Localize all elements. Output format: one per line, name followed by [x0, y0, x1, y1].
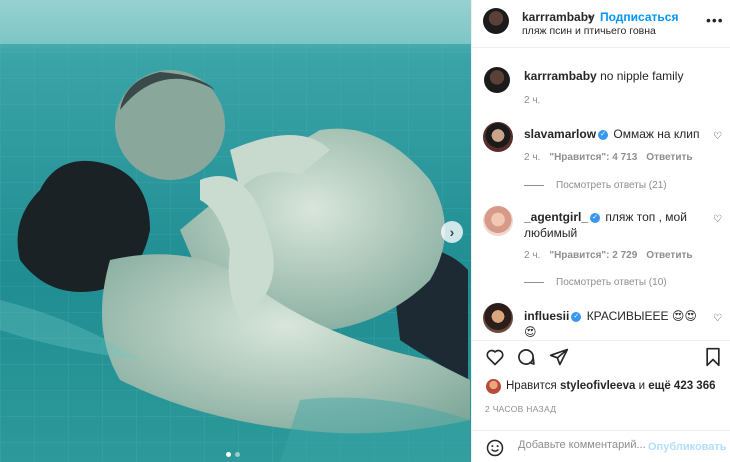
comment-icon[interactable] — [516, 347, 536, 367]
comment-avatar[interactable] — [483, 122, 513, 152]
bookmark-icon[interactable] — [704, 347, 722, 367]
comment-like-icon[interactable]: ♡ — [713, 131, 722, 142]
comment: influesii ✓ КРАСИВЫЕЕЕ 😍😍😍 — [524, 308, 704, 340]
follow-button[interactable]: Подписаться — [600, 10, 678, 24]
publish-button[interactable]: Опубликовать — [648, 441, 727, 453]
avatar[interactable] — [483, 8, 509, 34]
caption-avatar[interactable] — [484, 67, 510, 93]
likes-prefix: Нравится — [506, 380, 557, 392]
next-slide-button[interactable]: › — [441, 221, 463, 243]
verified-icon: ✓ — [590, 212, 601, 223]
likes-middle: и — [638, 380, 646, 392]
liker-username[interactable]: styleofivleeva — [560, 380, 635, 392]
comment-avatar[interactable] — [483, 303, 513, 333]
send-icon[interactable] — [549, 347, 569, 367]
heart-icon[interactable] — [485, 347, 505, 367]
post-header: karrrambaby • Подписаться пляж псин и пт… — [472, 0, 730, 48]
comment-text: Оммаж на клип — [613, 127, 700, 141]
comment-input[interactable] — [518, 439, 648, 451]
verified-icon: ✓ — [571, 311, 582, 322]
comment-avatar[interactable] — [483, 206, 513, 236]
caption-username[interactable]: karrrambaby — [524, 69, 597, 83]
header-username[interactable]: karrrambaby — [522, 10, 595, 24]
location-link[interactable]: пляж псин и птичьего говна — [522, 25, 656, 37]
caption-time: 2 ч. — [524, 95, 541, 106]
carousel-dot — [226, 452, 231, 457]
emoji-icon[interactable] — [486, 439, 504, 457]
replies-line — [524, 185, 544, 186]
comment: _agentgirl_ ✓ пляж топ , мой любимый — [524, 209, 704, 241]
comment-username[interactable]: slavamarlow — [524, 127, 596, 141]
comment-username[interactable]: influesii — [524, 309, 569, 323]
carousel-dots — [226, 452, 240, 457]
view-replies-button[interactable]: Посмотреть ответы (21) — [524, 180, 667, 191]
post-photo[interactable]: › — [0, 0, 471, 462]
comment-meta: 2 ч. "Нравится": 2 729 Ответить — [524, 250, 693, 261]
action-bar — [472, 340, 730, 374]
header-separator: • — [588, 10, 593, 24]
likes-count[interactable]: ещё 423 366 — [648, 380, 715, 392]
view-replies-button[interactable]: Посмотреть ответы (10) — [524, 277, 667, 288]
liker-avatar[interactable] — [486, 379, 501, 394]
comment-form: Опубликовать — [472, 430, 730, 462]
reply-button[interactable]: Ответить — [646, 152, 692, 163]
replies-line — [524, 282, 544, 283]
more-options-icon[interactable]: ••• — [706, 12, 724, 28]
verified-icon: ✓ — [598, 129, 609, 140]
comment-like-icon[interactable]: ♡ — [713, 313, 722, 324]
comment: slavamarlow ✓ Оммаж на клип — [524, 126, 704, 142]
caption: karrrambaby no nipple family — [524, 69, 683, 83]
comment-meta: 2 ч. "Нравится": 4 713 Ответить — [524, 152, 693, 163]
caption-text: no nipple family — [600, 69, 684, 83]
reply-button[interactable]: Ответить — [646, 250, 692, 261]
post-timestamp: 2 ЧАСОВ НАЗАД — [485, 404, 557, 414]
post-sidebar: karrrambaby • Подписаться пляж псин и пт… — [471, 0, 730, 462]
carousel-dot — [235, 452, 240, 457]
comment-username[interactable]: _agentgirl_ — [524, 210, 588, 224]
post-image — [0, 0, 471, 462]
view-replies-label: Посмотреть ответы (21) — [556, 180, 667, 191]
chevron-right-icon: › — [449, 224, 455, 240]
view-replies-label: Посмотреть ответы (10) — [556, 277, 667, 288]
comment-likes[interactable]: "Нравится": 2 729 — [549, 250, 637, 261]
comment-time: 2 ч. — [524, 152, 541, 163]
comment-like-icon[interactable]: ♡ — [713, 214, 722, 225]
likes-summary: Нравится styleofivleeva и ещё 423 366 — [506, 380, 716, 392]
comment-likes[interactable]: "Нравится": 4 713 — [549, 152, 637, 163]
comment-time: 2 ч. — [524, 250, 541, 261]
